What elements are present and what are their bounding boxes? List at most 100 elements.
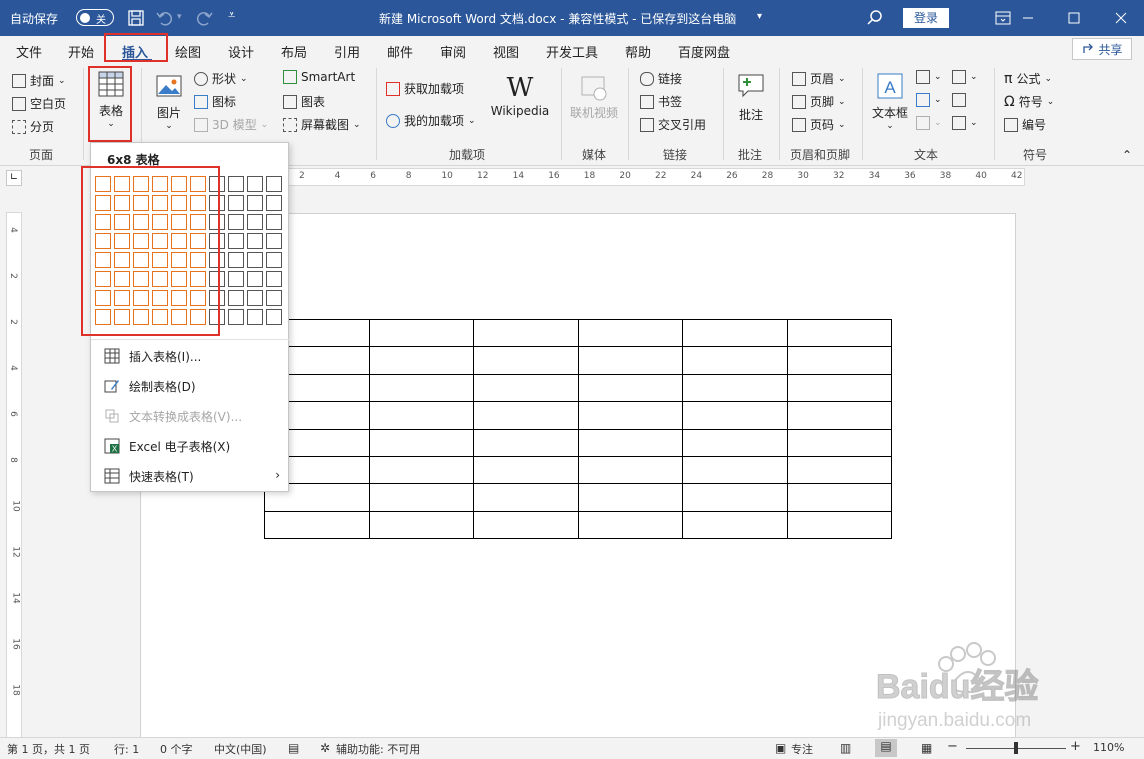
textbox-button[interactable]: A 文本框 ⌄ <box>870 72 910 131</box>
grid-cell[interactable] <box>228 195 244 211</box>
tab-developer[interactable]: 开发工具 <box>546 42 598 61</box>
symbol-button[interactable]: Ω 符号 ⌄ <box>1004 93 1054 110</box>
footer-button[interactable]: 页脚 ⌄ <box>792 93 846 110</box>
table-cell[interactable] <box>368 318 474 348</box>
table-cell[interactable] <box>682 346 788 375</box>
table-cell[interactable] <box>577 428 683 457</box>
zoom-level[interactable]: 110% <box>1093 741 1124 754</box>
undo-dropdown-icon[interactable]: ▾ <box>177 12 182 22</box>
tab-baidu-netdisk[interactable]: 百度网盘 <box>678 42 730 61</box>
close-icon[interactable] <box>1098 0 1144 36</box>
grid-cell[interactable] <box>228 233 244 249</box>
table-cell[interactable] <box>473 455 579 485</box>
table-cell[interactable] <box>577 483 683 512</box>
tab-design[interactable]: 设计 <box>228 42 254 61</box>
grid-cell[interactable] <box>228 271 244 287</box>
share-button[interactable]: 共享 <box>1072 38 1132 60</box>
search-icon[interactable] <box>865 8 885 28</box>
grid-cell[interactable] <box>228 252 244 268</box>
table-cell[interactable] <box>473 483 579 512</box>
smartart-button[interactable]: SmartArt <box>283 70 355 84</box>
page-break-button[interactable]: 分页 <box>12 118 54 135</box>
table-cell[interactable] <box>786 428 892 457</box>
page-number-button[interactable]: 页码 ⌄ <box>792 116 846 133</box>
table-cell[interactable] <box>577 346 683 375</box>
tab-view[interactable]: 视图 <box>493 42 519 61</box>
tab-file[interactable]: 文件 <box>16 42 42 61</box>
table-cell[interactable] <box>682 373 788 403</box>
grid-cell[interactable] <box>247 176 263 192</box>
save-icon[interactable] <box>126 8 146 28</box>
grid-cell[interactable] <box>266 195 282 211</box>
grid-cell[interactable] <box>228 176 244 192</box>
undo-icon[interactable] <box>155 8 175 28</box>
chart-button[interactable]: 图表 <box>283 93 325 110</box>
grid-cell[interactable] <box>266 214 282 230</box>
table-cell[interactable] <box>473 318 579 348</box>
grid-cell[interactable] <box>247 195 263 211</box>
equation-button[interactable]: π 公式 ⌄ <box>1004 70 1052 87</box>
grid-cell[interactable] <box>228 214 244 230</box>
table-cell[interactable] <box>368 455 474 485</box>
shapes-button[interactable]: 形状 ⌄ <box>194 70 248 87</box>
my-addins-button[interactable]: 我的加载项 ⌄ <box>386 112 476 129</box>
table-cell[interactable] <box>368 401 474 430</box>
cover-page-button[interactable]: 封面 ⌄ <box>12 72 66 89</box>
word-count[interactable]: 0 个字 <box>160 741 193 757</box>
table-cell[interactable] <box>473 373 579 403</box>
table-cell[interactable] <box>577 510 683 540</box>
quick-parts-button[interactable]: ⌄ <box>916 70 942 84</box>
bookmark-button[interactable]: 书签 <box>640 93 682 110</box>
zoom-slider-thumb[interactable] <box>1014 742 1018 754</box>
table-cell[interactable] <box>368 373 474 403</box>
table-cell[interactable] <box>786 455 892 485</box>
grid-cell[interactable] <box>266 252 282 268</box>
quick-tables-item[interactable]: 快速表格(T) › <box>91 461 290 491</box>
grid-cell[interactable] <box>247 309 263 325</box>
wikipedia-button[interactable]: W Wikipedia <box>490 74 550 118</box>
table-cell[interactable] <box>682 428 788 457</box>
zoom-out-icon[interactable]: − <box>947 739 958 754</box>
grid-cell[interactable] <box>266 271 282 287</box>
grid-cell[interactable] <box>266 309 282 325</box>
table-cell[interactable] <box>786 346 892 375</box>
cross-reference-button[interactable]: 交叉引用 <box>640 116 706 133</box>
draw-table-item[interactable]: 绘制表格(D) <box>91 371 290 401</box>
table-cell[interactable] <box>577 373 683 403</box>
comment-button[interactable]: 批注 <box>733 72 769 123</box>
table-cell[interactable] <box>473 401 579 430</box>
language[interactable]: 中文(中国) <box>214 741 267 757</box>
get-addins-button[interactable]: 获取加载项 <box>386 80 464 97</box>
object-button[interactable]: ⌄ <box>952 116 978 130</box>
page-count[interactable]: 第 1 页，共 1 页 <box>7 741 90 757</box>
table-cell[interactable] <box>577 455 683 485</box>
focus-button[interactable]: 专注 <box>791 741 813 757</box>
table-cell[interactable] <box>786 373 892 403</box>
proofing-icon[interactable]: ▤ <box>288 741 299 755</box>
web-layout-icon[interactable]: ▦ <box>921 741 932 755</box>
grid-cell[interactable] <box>266 290 282 306</box>
vertical-ruler[interactable]: 4 2 2 4 6 8 10 12 14 16 18 <box>6 212 22 742</box>
date-time-button[interactable] <box>952 93 966 107</box>
header-button[interactable]: 页眉 ⌄ <box>792 70 846 87</box>
drop-cap-button[interactable]: ⌄ <box>916 116 942 130</box>
link-button[interactable]: 链接 <box>640 70 682 87</box>
redo-icon[interactable] <box>194 8 214 28</box>
table-cell[interactable] <box>577 318 683 348</box>
grid-cell[interactable] <box>247 252 263 268</box>
table-cell[interactable] <box>473 346 579 375</box>
grid-cell[interactable] <box>228 309 244 325</box>
tab-layout[interactable]: 布局 <box>281 42 307 61</box>
table-cell[interactable] <box>473 510 579 540</box>
table-cell[interactable] <box>473 428 579 457</box>
tab-home[interactable]: 开始 <box>68 42 94 61</box>
table-cell[interactable] <box>786 483 892 512</box>
title-dropdown-icon[interactable]: ▾ <box>757 11 762 22</box>
table-cell[interactable] <box>368 510 474 540</box>
table-cell[interactable] <box>682 401 788 430</box>
grid-cell[interactable] <box>247 271 263 287</box>
customize-toolbar-icon[interactable]: ⩡ <box>228 8 235 23</box>
table-cell[interactable] <box>786 401 892 430</box>
table-cell[interactable] <box>577 401 683 430</box>
blank-page-button[interactable]: 空白页 <box>12 95 66 112</box>
